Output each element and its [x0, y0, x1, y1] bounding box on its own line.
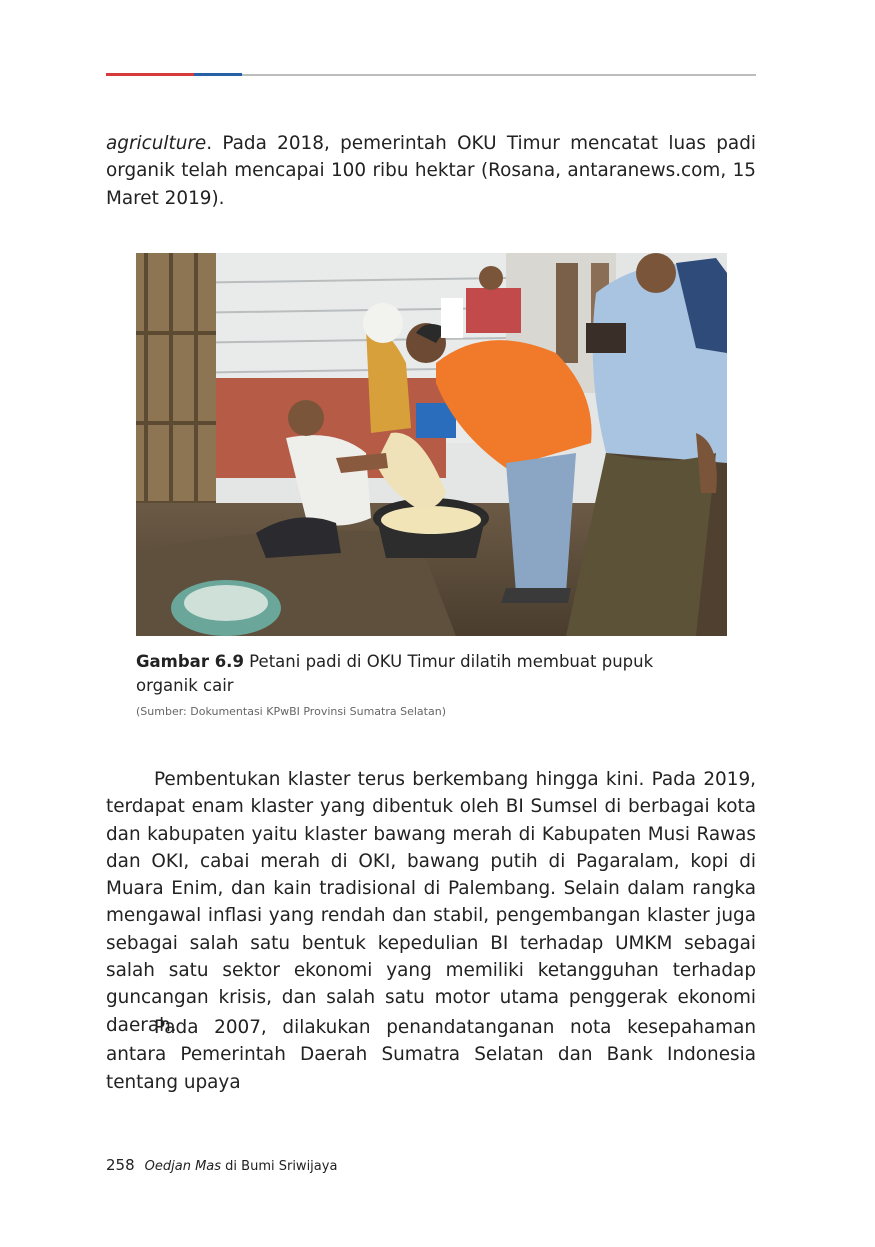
footer-title-rest: di Bumi Sriwijaya: [221, 1159, 338, 1174]
page-footer: 258 Oedjan Mas di Bumi Sriwijaya: [106, 1155, 337, 1177]
figure-label: Gambar 6.9: [136, 652, 244, 671]
figure-caption: Gambar 6.9 Petani padi di OKU Timur dila…: [136, 650, 696, 698]
page-number: 258: [106, 1156, 135, 1174]
paragraph-3: Pada 2007, dilakukan penandatanganan not…: [106, 1017, 756, 1093]
paragraph-1-italic: agriculture: [106, 133, 207, 154]
paragraph-2: Pembentukan klaster terus berkembang hin…: [106, 769, 756, 1036]
header-rule-red: [106, 73, 194, 76]
footer-title-italic: Oedjan Mas: [144, 1159, 222, 1174]
header-rule-gray: [242, 73, 756, 76]
paragraph-1: agriculture. Pada 2018, pemerintah OKU T…: [106, 130, 756, 212]
figure-source: (Sumber: Dokumentasi KPwBI Provinsi Suma…: [136, 705, 446, 718]
header-rule: [106, 73, 756, 76]
header-rule-blue: [194, 73, 242, 76]
figure-photo: [136, 253, 727, 636]
